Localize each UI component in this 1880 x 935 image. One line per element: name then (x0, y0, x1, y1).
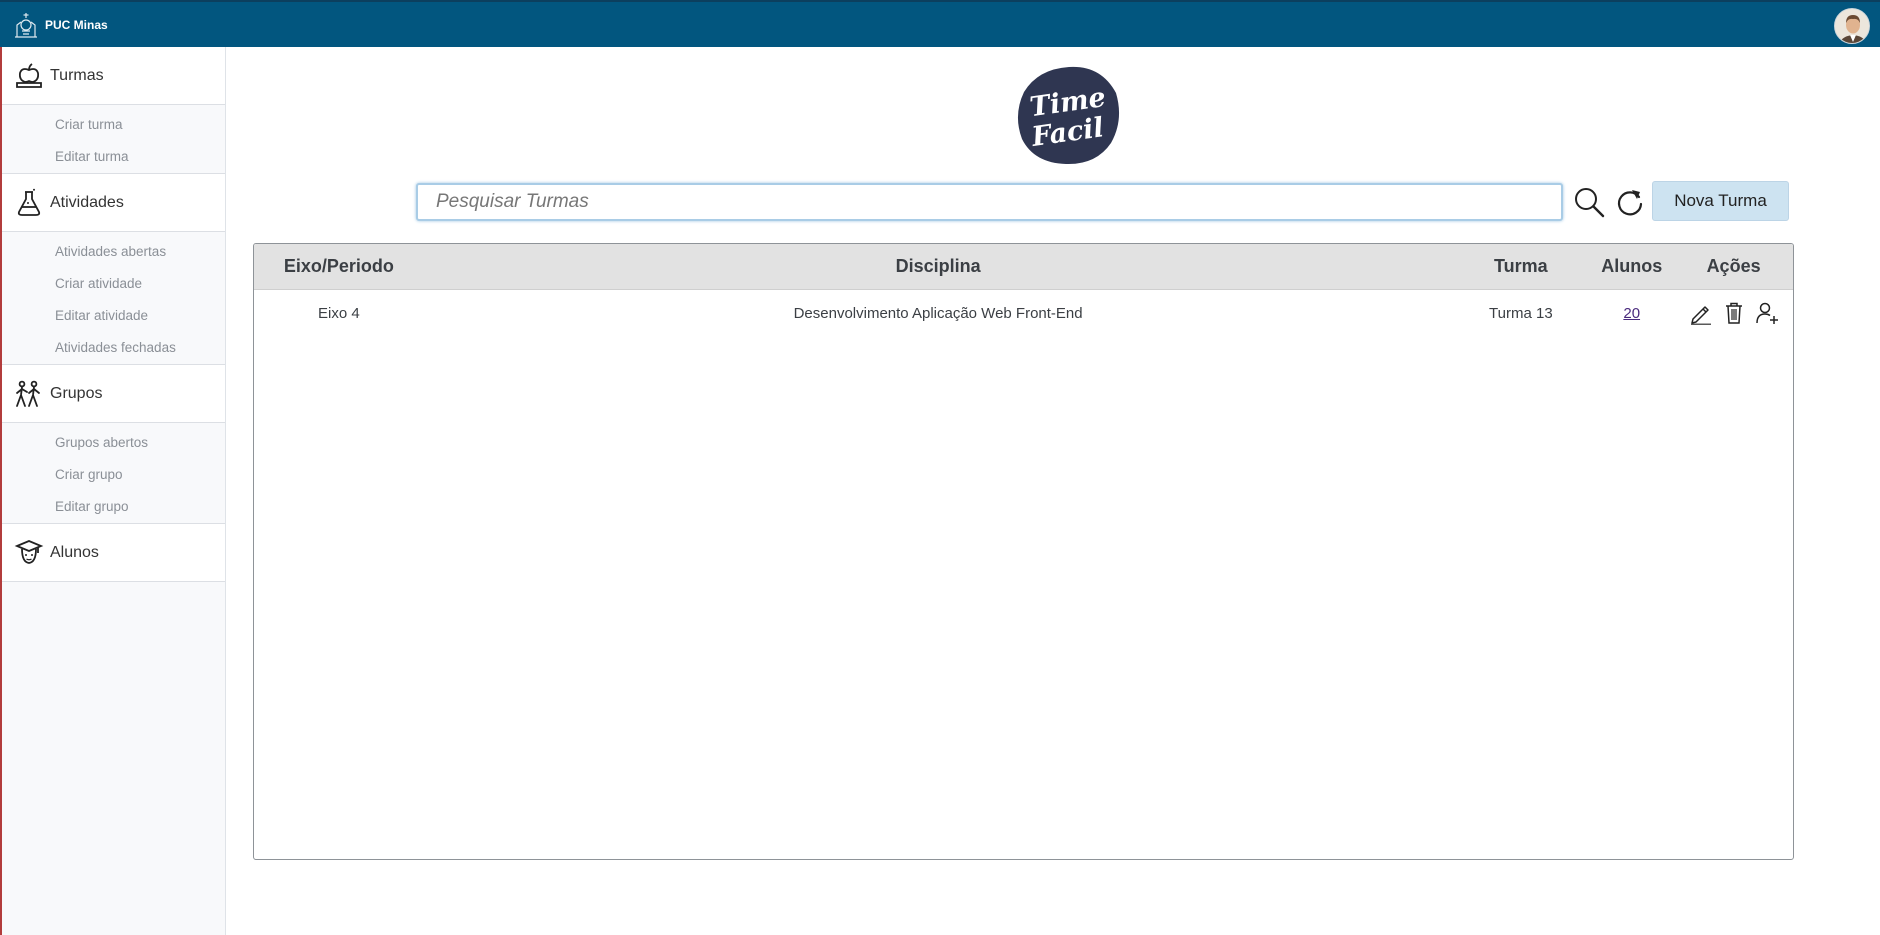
sidebar-submenu-turmas: Criar turma Editar turma (2, 105, 225, 174)
sidebar-item-grupos-abertos[interactable]: Grupos abertos (2, 427, 225, 459)
cell-eixo: Eixo 4 (318, 304, 360, 322)
sidebar-section-turmas[interactable]: Turmas (2, 47, 225, 105)
nova-turma-button[interactable]: Nova Turma (1652, 181, 1789, 221)
sidebar-section-label: Alunos (50, 543, 99, 561)
cell-alunos: 20 (1589, 305, 1674, 322)
sidebar-item-criar-atividade[interactable]: Criar atividade (2, 268, 225, 300)
sidebar-section-label: Turmas (50, 66, 104, 84)
cell-acoes (1674, 301, 1793, 325)
brand[interactable]: PUC Minas (11, 10, 108, 40)
apple-book-icon (16, 62, 42, 88)
sidebar-item-editar-atividade[interactable]: Editar atividade (2, 300, 225, 332)
top-bar: PUC Minas (0, 0, 1880, 47)
header-turma[interactable]: Turma (1452, 256, 1589, 277)
brand-name: PUC Minas (45, 18, 108, 32)
add-user-icon[interactable] (1755, 301, 1779, 325)
user-photo-icon (1835, 9, 1869, 43)
sidebar-item-criar-grupo[interactable]: Criar grupo (2, 459, 225, 491)
puc-minas-logo-icon (15, 13, 37, 38)
graduate-icon (14, 539, 44, 564)
alunos-count-link[interactable]: 20 (1623, 305, 1640, 322)
sidebar-section-grupos[interactable]: Grupos (2, 365, 225, 423)
sidebar-item-atividades-abertas[interactable]: Atividades abertas (2, 236, 225, 268)
sidebar: Turmas Criar turma Editar turma Atividad… (0, 47, 226, 935)
sidebar-submenu-atividades: Atividades abertas Criar atividade Edita… (2, 232, 225, 365)
cell-disciplina: Desenvolvimento Aplicação Web Front-End (793, 304, 1083, 322)
sidebar-item-editar-turma[interactable]: Editar turma (2, 141, 225, 173)
flask-icon (17, 188, 41, 216)
header-acoes: Ações (1706, 256, 1761, 276)
sidebar-item-atividades-fechadas[interactable]: Atividades fechadas (2, 332, 225, 364)
sidebar-item-editar-grupo[interactable]: Editar grupo (2, 491, 225, 523)
user-avatar[interactable] (1834, 8, 1870, 44)
header-alunos[interactable]: Alunos (1589, 256, 1674, 277)
refresh-icon[interactable] (1613, 185, 1647, 219)
sidebar-section-atividades[interactable]: Atividades (2, 174, 225, 232)
sidebar-item-criar-turma[interactable]: Criar turma (2, 109, 225, 141)
sidebar-submenu-grupos: Grupos abertos Criar grupo Editar grupo (2, 423, 225, 524)
time-facil-logo: Time Facil (1017, 66, 1120, 165)
trash-icon[interactable] (1722, 301, 1746, 325)
sidebar-section-label: Atividades (50, 193, 124, 211)
cell-turma: Turma 13 (1489, 304, 1553, 322)
table-row: Eixo 4 Desenvolvimento Aplicação Web Fro… (254, 290, 1793, 336)
header-disciplina[interactable]: Disciplina (424, 256, 1453, 277)
table-header: Eixo/Periodo Disciplina Turma Alunos Açõ… (254, 244, 1793, 290)
sidebar-section-alunos[interactable]: Alunos (2, 524, 225, 582)
search-input[interactable] (416, 183, 1563, 221)
edit-pencil-icon[interactable] (1689, 301, 1713, 325)
turmas-table: Eixo/Periodo Disciplina Turma Alunos Açõ… (253, 243, 1794, 860)
search-icon[interactable] (1572, 185, 1606, 219)
header-eixo-periodo[interactable]: Eixo/Periodo (254, 256, 424, 277)
people-walking-icon (16, 380, 40, 407)
sidebar-section-label: Grupos (50, 384, 103, 402)
